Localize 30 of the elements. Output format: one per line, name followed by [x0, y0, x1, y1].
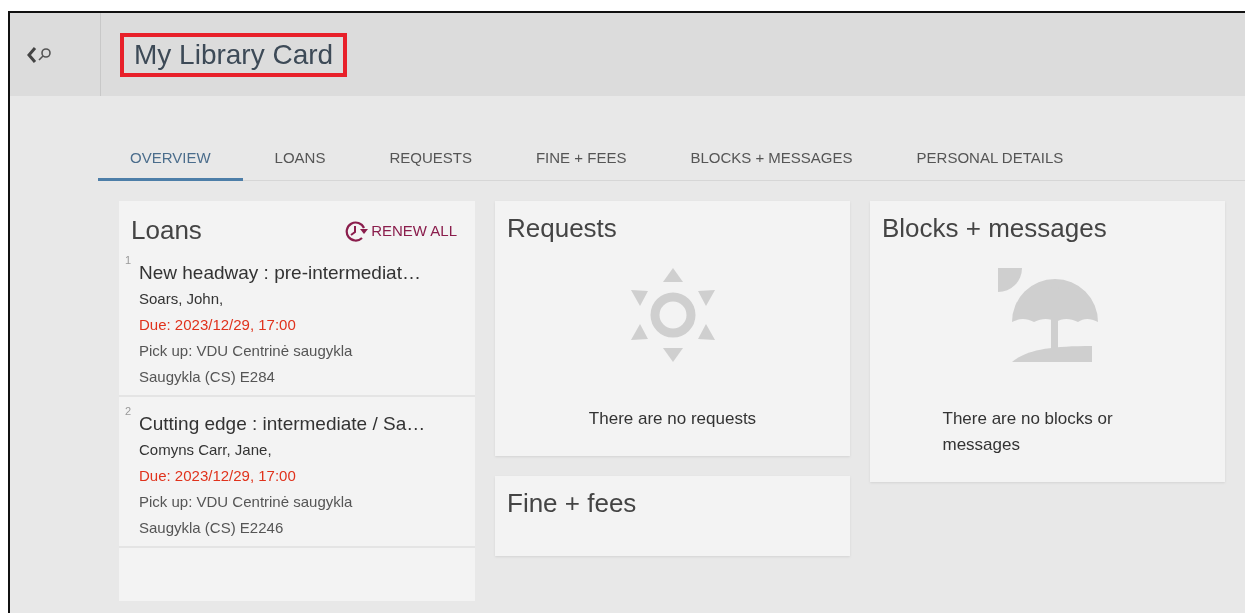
- sun-icon: [630, 268, 715, 362]
- shelf-location: Saugykla (CS) E2246: [139, 519, 285, 536]
- item-number: 2: [125, 405, 132, 417]
- pickup-location: Pick up: VDU Centrinė saugykla: [139, 493, 354, 510]
- empty-message: There are no blocks or messages: [942, 408, 1114, 456]
- card-title: Blocks + messages: [881, 212, 1108, 244]
- tab[interactable]: PERSONAL DETAILS: [884, 140, 1096, 181]
- loan-title[interactable]: New headway : pre-intermediat…: [139, 262, 465, 284]
- shelf-location: Saugykla (CS) E284: [139, 368, 276, 385]
- tab[interactable]: FINE + FEES: [503, 140, 659, 181]
- card-title: Requests: [506, 212, 618, 244]
- page-title: My Library Card: [120, 32, 348, 77]
- empty-message: There are no requests: [587, 408, 758, 430]
- tab[interactable]: LOANS: [242, 140, 358, 181]
- card-title: Fine + fees: [506, 487, 638, 519]
- tab[interactable]: OVERVIEW: [98, 140, 243, 181]
- renew-clock-icon: [345, 219, 370, 242]
- card-title: Loans: [131, 215, 202, 246]
- tab[interactable]: BLOCKS + MESSAGES: [658, 140, 885, 181]
- back-search-icon[interactable]: [26, 44, 54, 65]
- beach-umbrella-icon: [997, 268, 1098, 362]
- loan-title[interactable]: Cutting edge : intermediate / Sa…: [139, 413, 465, 435]
- loan-author: Comyns Carr, Jane,: [139, 441, 273, 458]
- renew-all-link[interactable]: RENEW ALL: [345, 219, 457, 242]
- due-date: Due: 2023/12/29, 17:00: [139, 467, 297, 484]
- loan-author: Soars, John,: [139, 290, 225, 307]
- item-number: 1: [125, 254, 132, 266]
- pickup-location: Pick up: VDU Centrinė saugykla: [139, 342, 354, 359]
- due-date: Due: 2023/12/29, 17:00: [139, 316, 297, 333]
- tab[interactable]: REQUESTS: [357, 140, 504, 181]
